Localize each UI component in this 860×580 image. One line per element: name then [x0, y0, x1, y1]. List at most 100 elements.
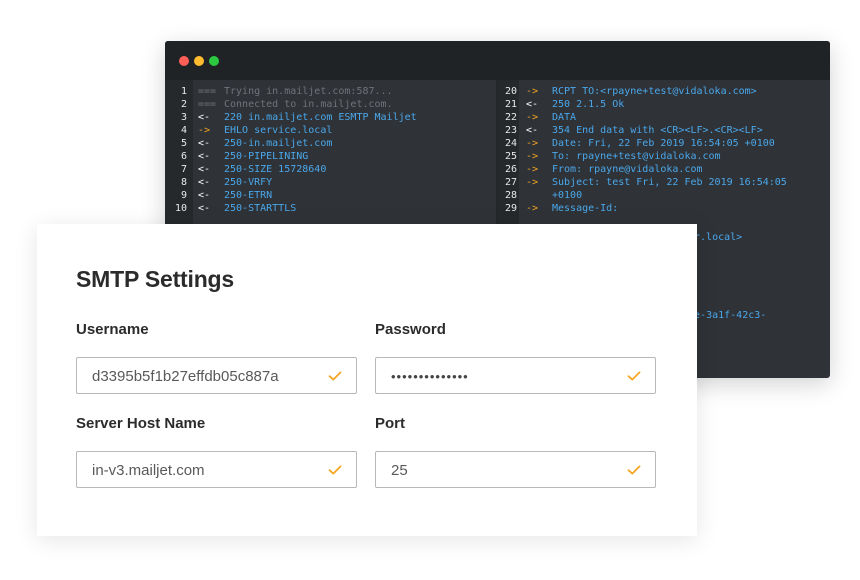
direction-arrow: <- [198, 203, 211, 214]
log-line: 7 <- 250-SIZE 15728640 [165, 163, 496, 176]
port-field[interactable]: 25 [375, 451, 656, 488]
check-icon [627, 371, 641, 381]
log-line: 4 -> EHLO service.local [165, 124, 496, 137]
direction-arrow: <- [198, 190, 211, 201]
line-number: 3 [180, 112, 187, 123]
direction-arrow: <- [198, 112, 211, 123]
line-number: 23 [504, 125, 517, 136]
username-value: d3395b5f1b27effdb05c887a [92, 368, 279, 385]
port-value: 25 [391, 462, 408, 479]
log-line: 26 -> From: rpayne@vidaloka.com [497, 163, 830, 176]
line-number: 27 [504, 177, 517, 188]
log-text: From: rpayne@vidaloka.com [552, 164, 703, 175]
log-text: 250 2.1.5 Ok [552, 99, 625, 110]
line-number: 24 [504, 138, 517, 149]
check-icon [328, 465, 342, 475]
log-text: DATA [552, 112, 577, 123]
direction-arrow: <- [526, 99, 539, 110]
log-line: 28 +0100 [497, 189, 830, 202]
line-number: 20 [504, 86, 517, 97]
log-line: 10 <- 250-STARTTLS [165, 202, 496, 215]
password-field[interactable]: •••••••••••••• [375, 357, 656, 394]
host-label: Server Host Name [76, 415, 206, 432]
maximize-window-dot[interactable] [209, 56, 219, 66]
username-label: Username [76, 321, 149, 338]
log-line: 29 -> Message-Id: [497, 202, 830, 215]
check-icon [627, 465, 641, 475]
line-number: 7 [180, 164, 187, 175]
log-line: 1 === Trying in.mailjet.com:587... [165, 85, 496, 98]
log-line: 25 -> To: rpayne+test@vidaloka.com [497, 150, 830, 163]
log-text: 250-SIZE 15728640 [224, 164, 327, 175]
password-value: •••••••••••••• [391, 369, 469, 384]
minimize-window-dot[interactable] [194, 56, 204, 66]
log-text: EHLO service.local [224, 125, 333, 136]
log-line: 8 <- 250-VRFY [165, 176, 496, 189]
port-label: Port [375, 415, 405, 432]
line-number: 28 [504, 190, 517, 201]
log-line: 21 <- 250 2.1.5 Ok [497, 98, 830, 111]
log-text: RCPT TO:<rpayne+test@vidaloka.com> [552, 86, 757, 97]
direction-arrow: <- [526, 125, 539, 136]
log-text: Connected to in.mailjet.com. [224, 99, 393, 110]
host-value: in-v3.mailjet.com [92, 462, 205, 479]
direction-arrow: <- [198, 138, 211, 149]
line-number: 21 [504, 99, 517, 110]
close-window-dot[interactable] [179, 56, 189, 66]
line-number: 9 [180, 190, 187, 201]
direction-arrow: === [198, 99, 217, 110]
direction-arrow: -> [526, 177, 539, 188]
log-line: 27 -> Subject: test Fri, 22 Feb 2019 16:54… [497, 176, 830, 189]
direction-arrow: -> [526, 86, 539, 97]
direction-arrow: -> [526, 164, 539, 175]
log-text: 354 End data with <CR><LF>.<CR><LF> [552, 125, 763, 136]
log-text: To: rpayne+test@vidaloka.com [552, 151, 721, 162]
direction-arrow: <- [198, 177, 211, 188]
log-text: 250-in.mailjet.com [224, 138, 333, 149]
line-number: 29 [504, 203, 517, 214]
log-text: +0100 [552, 190, 583, 201]
password-label: Password [375, 321, 446, 338]
direction-arrow: <- [198, 151, 211, 162]
line-number: 26 [504, 164, 517, 175]
line-number: 1 [180, 86, 187, 97]
log-line: 3 <- 220 in.mailjet.com ESMTP Mailjet [165, 111, 496, 124]
smtp-settings-card: SMTP Settings Username d3395b5f1b27effdb… [37, 224, 697, 536]
log-text: Message-Id: [552, 203, 619, 214]
direction-arrow: -> [198, 125, 211, 136]
terminal-title-bar [165, 41, 830, 80]
line-number: 6 [180, 151, 187, 162]
log-line: 22 -> DATA [497, 111, 830, 124]
line-number: 8 [180, 177, 187, 188]
username-field[interactable]: d3395b5f1b27effdb05c887a [76, 357, 357, 394]
direction-arrow: === [198, 86, 217, 97]
log-text: Subject: test Fri, 22 Feb 2019 16:54:05 [552, 177, 787, 188]
log-text: 250-ETRN [224, 190, 273, 201]
line-number: 10 [174, 203, 187, 214]
page-title: SMTP Settings [76, 266, 234, 292]
host-field[interactable]: in-v3.mailjet.com [76, 451, 357, 488]
line-number: 2 [180, 99, 187, 110]
log-text: 220 in.mailjet.com ESMTP Mailjet [224, 112, 417, 123]
direction-arrow: <- [198, 164, 211, 175]
log-line: 5 <- 250-in.mailjet.com [165, 137, 496, 150]
line-number: 5 [180, 138, 187, 149]
line-number: 22 [504, 112, 517, 123]
log-line: 20 -> RCPT TO:<rpayne+test@vidaloka.com> [497, 85, 830, 98]
direction-arrow: -> [526, 112, 539, 123]
check-icon [328, 371, 342, 381]
line-number: 25 [504, 151, 517, 162]
line-number: 4 [180, 125, 187, 136]
log-line: 6 <- 250-PIPELINING [165, 150, 496, 163]
direction-arrow: -> [526, 203, 539, 214]
log-text: 250-PIPELINING [224, 151, 309, 162]
direction-arrow: -> [526, 138, 539, 149]
log-line: 9 <- 250-ETRN [165, 189, 496, 202]
log-text: 250-STARTTLS [224, 203, 297, 214]
log-text: Trying in.mailjet.com:587... [224, 86, 393, 97]
log-line: 23 <- 354 End data with <CR><LF>.<CR><LF> [497, 124, 830, 137]
direction-arrow: -> [526, 151, 539, 162]
log-line: 2 === Connected to in.mailjet.com. [165, 98, 496, 111]
log-line: 24 -> Date: Fri, 22 Feb 2019 16:54:05 +010… [497, 137, 830, 150]
log-text: Date: Fri, 22 Feb 2019 16:54:05 +0100 [552, 138, 775, 149]
